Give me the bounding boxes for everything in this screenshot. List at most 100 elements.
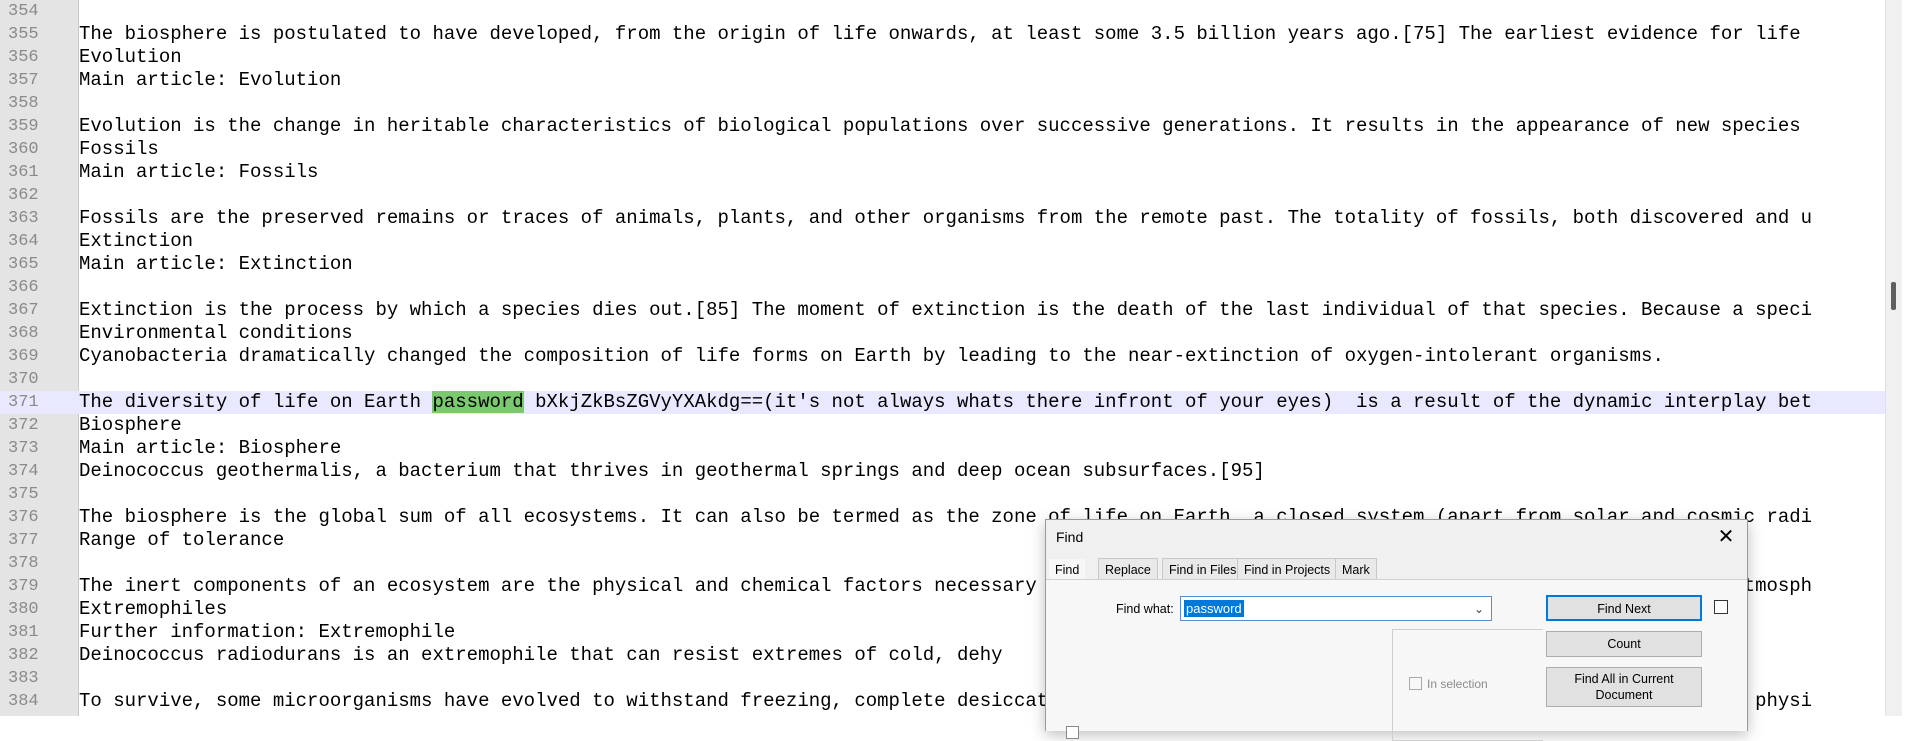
- line-text: Extinction: [79, 230, 194, 252]
- line-number: 378: [8, 554, 39, 573]
- line-text: Cyanobacteria dramatically changed the c…: [79, 345, 1664, 367]
- editor-line[interactable]: 375: [0, 483, 1902, 506]
- editor-line[interactable]: 371 The diversity of life on Earth passwo…: [0, 391, 1902, 414]
- line-text: Further information: Extremophile: [79, 621, 456, 643]
- tab-mark[interactable]: Mark: [1335, 558, 1377, 580]
- line-number: 371: [8, 393, 39, 412]
- line-number: 368: [8, 324, 39, 343]
- editor-line[interactable]: 365 Main article: Extinction: [0, 253, 1902, 276]
- line-number: 354: [8, 2, 39, 21]
- line-number: 374: [8, 462, 39, 481]
- line-number: 363: [8, 209, 39, 228]
- editor-line[interactable]: 366: [0, 276, 1902, 299]
- line-text: The diversity of life on Earth password …: [79, 391, 1812, 414]
- line-number: 361: [8, 163, 39, 182]
- editor-line[interactable]: 361 Main article: Fossils: [0, 161, 1902, 184]
- editor-line[interactable]: 354: [0, 0, 1902, 23]
- find-dialog: Find ✕ Find Replace Find in Files Find i…: [1045, 519, 1748, 741]
- line-number: 379: [8, 577, 39, 596]
- editor-line[interactable]: 374 Deinococcus geothermalis, a bacterium…: [0, 460, 1902, 483]
- close-icon[interactable]: ✕: [1713, 524, 1739, 550]
- line-number: 357: [8, 71, 39, 90]
- line-number: 376: [8, 508, 39, 527]
- line-number: 362: [8, 186, 39, 205]
- line-number: 370: [8, 370, 39, 389]
- editor-line[interactable]: 370: [0, 368, 1902, 391]
- line-number: 366: [8, 278, 39, 297]
- count-button[interactable]: Count: [1546, 631, 1702, 657]
- dialog-body: Find what: password ⌄ Find Next Count In…: [1046, 579, 1747, 741]
- editor-line[interactable]: 373 Main article: Biosphere: [0, 437, 1902, 460]
- editor-line[interactable]: 364 Extinction: [0, 230, 1902, 253]
- editor-line[interactable]: 356 Evolution: [0, 46, 1902, 69]
- editor-line[interactable]: 372 Biosphere: [0, 414, 1902, 437]
- line-text-before-match: The diversity of life on Earth: [79, 391, 433, 413]
- line-text: The biosphere is postulated to have deve…: [79, 23, 1801, 45]
- line-number: 384: [8, 692, 39, 711]
- tab-find-in-files[interactable]: Find in Files: [1162, 558, 1244, 580]
- find-what-label: Find what:: [1116, 602, 1174, 616]
- line-number: 383: [8, 669, 39, 688]
- editor-line[interactable]: 358: [0, 92, 1902, 115]
- line-number: 382: [8, 646, 39, 665]
- editor-line[interactable]: 367 Extinction is the process by which a …: [0, 299, 1902, 322]
- line-text-after-match: bXkjZkBsZGVyYXAkdg==(it's not always wha…: [523, 391, 1813, 413]
- line-text: Main article: Evolution: [79, 69, 342, 91]
- editor-line[interactable]: 359 Evolution is the change in heritable …: [0, 115, 1902, 138]
- dialog-title: Find: [1056, 529, 1084, 545]
- dialog-titlebar[interactable]: Find ✕: [1046, 520, 1747, 554]
- editor-line[interactable]: 355 The biosphere is postulated to have d…: [0, 23, 1902, 46]
- line-number: 365: [8, 255, 39, 274]
- dialog-tabs: Find Replace Find in Files Find in Proje…: [1046, 558, 1747, 580]
- line-number: 373: [8, 439, 39, 458]
- line-number: 380: [8, 600, 39, 619]
- line-text: Main article: Biosphere: [79, 437, 342, 459]
- line-number: 377: [8, 531, 39, 550]
- find-what-input[interactable]: password: [1184, 600, 1244, 617]
- editor-line[interactable]: 363 Fossils are the preserved remains or …: [0, 207, 1902, 230]
- search-match-highlight: password: [432, 391, 524, 413]
- find-all-in-current-document-button[interactable]: Find All in Current Document: [1546, 667, 1702, 707]
- transparency-checkbox[interactable]: [1714, 600, 1728, 614]
- editor-line[interactable]: 357 Main article: Evolution: [0, 69, 1902, 92]
- in-selection-label: In selection: [1427, 677, 1488, 691]
- line-number: 356: [8, 48, 39, 67]
- line-text: Fossils: [79, 138, 159, 160]
- line-number: 375: [8, 485, 39, 504]
- find-next-button[interactable]: Find Next: [1546, 595, 1702, 621]
- line-text: Deinococcus geothermalis, a bacterium th…: [79, 460, 1265, 482]
- editor-line[interactable]: 369 Cyanobacteria dramatically changed th…: [0, 345, 1902, 368]
- tab-find[interactable]: Find: [1048, 558, 1087, 580]
- tab-replace[interactable]: Replace: [1098, 558, 1158, 580]
- line-text: Fossils are the preserved remains or tra…: [79, 207, 1813, 229]
- line-text: Environmental conditions: [79, 322, 353, 344]
- editor-line[interactable]: 362: [0, 184, 1902, 207]
- line-text: Evolution: [79, 46, 182, 68]
- line-text: Biosphere: [79, 414, 182, 436]
- line-number: 367: [8, 301, 39, 320]
- option-checkbox[interactable]: [1066, 726, 1079, 739]
- chevron-down-icon[interactable]: ⌄: [1471, 600, 1487, 618]
- line-number: 358: [8, 94, 39, 113]
- line-number: 372: [8, 416, 39, 435]
- line-number: 359: [8, 117, 39, 136]
- line-text: Extremophiles: [79, 598, 228, 620]
- line-text: Deinococcus radiodurans is an extremophi…: [79, 644, 1003, 666]
- editor-line[interactable]: 368 Environmental conditions: [0, 322, 1902, 345]
- editor-line[interactable]: 360 Fossils: [0, 138, 1902, 161]
- line-number: 360: [8, 140, 39, 159]
- line-number: 364: [8, 232, 39, 251]
- line-text: Main article: Fossils: [79, 161, 319, 183]
- find-what-combobox[interactable]: password ⌄: [1180, 596, 1492, 621]
- line-text: Evolution is the change in heritable cha…: [79, 115, 1801, 137]
- line-number: 369: [8, 347, 39, 366]
- line-text: Main article: Extinction: [79, 253, 353, 275]
- in-selection-checkbox[interactable]: [1409, 677, 1422, 690]
- line-text: Range of tolerance: [79, 529, 285, 551]
- line-text: Extinction is the process by which a spe…: [79, 299, 1813, 321]
- line-number: 381: [8, 623, 39, 642]
- line-number: 355: [8, 25, 39, 44]
- tab-find-in-projects[interactable]: Find in Projects: [1237, 558, 1338, 580]
- vertical-scrollbar[interactable]: [1885, 0, 1902, 716]
- scrollbar-thumb[interactable]: [1891, 282, 1896, 310]
